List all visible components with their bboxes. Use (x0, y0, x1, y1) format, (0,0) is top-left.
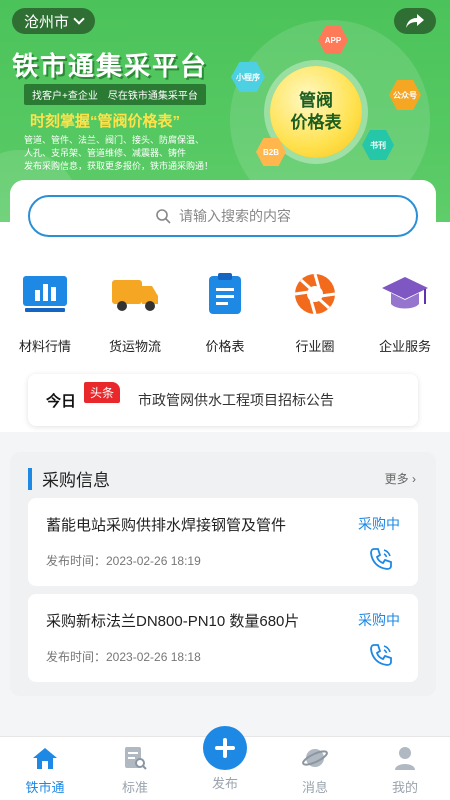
user-icon (390, 745, 420, 771)
search-icon (156, 209, 171, 224)
headline-flag: 头条 (84, 381, 121, 403)
headline-text[interactable]: 市政管网供水工程项目招标公告 (138, 390, 334, 410)
category-grid: 材料行情 货运物流 价格表 行业圈 企业服务 (0, 272, 450, 355)
bubble-line: 价格表 (290, 113, 342, 132)
section-title: 采购信息 (42, 471, 110, 490)
purchase-item[interactable]: 蓄能电站采购供排水焊接钢管及管件 采购中 发布时间：2023-02-26 18:… (28, 498, 418, 586)
purchase-status: 采购中 (358, 612, 400, 628)
purchase-section-header: 采购信息 (28, 466, 110, 491)
phone-call-icon[interactable] (368, 546, 394, 577)
share-arrow-icon (406, 14, 424, 28)
city-label: 沧州市 (24, 13, 70, 31)
plus-icon (215, 738, 235, 758)
tab-message[interactable]: 消息 (275, 737, 355, 800)
category-price-list[interactable]: 价格表 (182, 272, 268, 355)
category-material-market[interactable]: 材料行情 (2, 272, 88, 355)
search-placeholder: 请输入搜索的内容 (179, 208, 291, 224)
publish-time: 发布时间：2023-02-26 18:19 (46, 554, 201, 568)
tab-label: 消息 (301, 780, 328, 795)
category-industry-circle[interactable]: 行业圈 (272, 272, 358, 355)
planet-icon (300, 745, 330, 771)
tab-label: 发布 (211, 776, 238, 791)
category-label: 价格表 (205, 339, 245, 354)
graduation-cap-icon (380, 272, 430, 316)
more-link[interactable]: 更多 › (385, 470, 416, 487)
category-label: 材料行情 (18, 339, 71, 354)
chevron-down-icon (73, 13, 85, 25)
city-selector[interactable]: 沧州市 (12, 8, 96, 34)
category-label: 企业服务 (378, 339, 431, 354)
tab-standard[interactable]: 标准 (95, 737, 175, 800)
tab-mine[interactable]: 我的 (365, 737, 445, 800)
category-label: 行业圈 (295, 339, 335, 354)
truck-icon (110, 272, 160, 316)
banner-slogan: 时刻掌握“管阀价格表” (30, 113, 181, 130)
banner-desc-line: 发布采购信息，获取更多报价，铁市通采购通！ (24, 161, 214, 171)
tab-label: 标准 (121, 780, 148, 795)
publish-time: 发布时间：2023-02-26 18:18 (46, 650, 201, 664)
banner-tag: 找客户+查企业 尽在铁市通集采平台 (24, 84, 206, 105)
purchase-status: 采购中 (358, 516, 400, 532)
more-label: 更多 (384, 472, 409, 486)
today-label: 今日 (46, 392, 77, 410)
banner-desc-line: 人孔、支吊架、管道维修、减震器、铸件 (24, 148, 187, 158)
purchase-item[interactable]: 采购新标法兰DN800-PN10 数量680片 采购中 发布时间：2023-02… (28, 594, 418, 682)
search-input[interactable]: 请输入搜索的内容 (28, 195, 418, 237)
headline-news-bar[interactable]: 今日 头条 市政管网供水工程项目招标公告 (28, 374, 418, 426)
document-search-icon (120, 745, 150, 771)
category-freight-logistics[interactable]: 货运物流 (92, 272, 178, 355)
share-button[interactable] (394, 8, 436, 34)
banner-desc-line: 管道、管件、法兰、阀门、接头、防腐保温、 (24, 135, 205, 145)
section-accent-bar (28, 467, 32, 490)
banner-title: 铁市通集采平台 (12, 51, 209, 81)
category-enterprise-service[interactable]: 企业服务 (362, 272, 448, 355)
clipboard-icon (200, 272, 250, 316)
chevron-right-icon: › (408, 472, 416, 486)
aperture-icon (290, 272, 340, 316)
phone-call-icon[interactable] (368, 642, 394, 673)
bubble-line: 管阀 (299, 91, 333, 110)
tab-label: 铁市通 (25, 780, 65, 795)
price-list-bubble: 管阀 价格表 (270, 66, 362, 158)
chart-icon (20, 272, 70, 316)
banner-description: 管道、管件、法兰、阀门、接头、防腐保温、 人孔、支吊架、管道维修、减震器、铸件 … (24, 134, 224, 173)
publish-button[interactable] (203, 726, 247, 770)
tab-label: 我的 (391, 780, 418, 795)
category-label: 货运物流 (108, 339, 161, 354)
tab-home[interactable]: 铁市通 (5, 737, 85, 800)
purchase-item-name: 采购新标法兰DN800-PN10 数量680片 (46, 613, 300, 630)
purchase-item-name: 蓄能电站采购供排水焊接钢管及管件 (46, 517, 287, 534)
home-icon (30, 745, 60, 771)
